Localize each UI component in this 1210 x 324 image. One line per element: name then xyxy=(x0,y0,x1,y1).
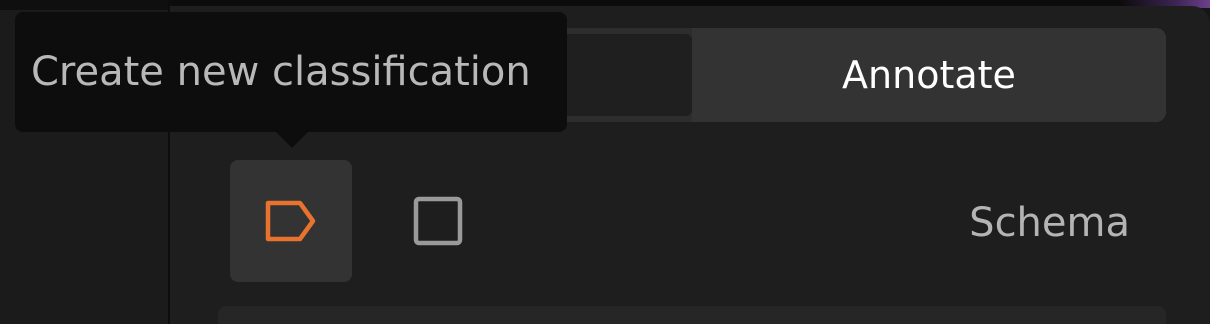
mode-option-annotate-label: Annotate xyxy=(842,53,1016,97)
tag-icon xyxy=(265,200,316,242)
panel-content-top xyxy=(218,306,1166,324)
sidebar-topbar xyxy=(0,0,168,10)
tooltip: Create new classification xyxy=(15,12,567,132)
tooltip-arrow xyxy=(275,131,309,148)
tooltip-text: Create new classification xyxy=(31,49,531,95)
schema-label[interactable]: Schema xyxy=(969,200,1130,246)
create-classification-button[interactable] xyxy=(230,160,352,282)
square-icon xyxy=(413,196,463,246)
mode-option-annotate[interactable]: Annotate xyxy=(692,28,1166,122)
create-box-button[interactable] xyxy=(377,160,499,282)
